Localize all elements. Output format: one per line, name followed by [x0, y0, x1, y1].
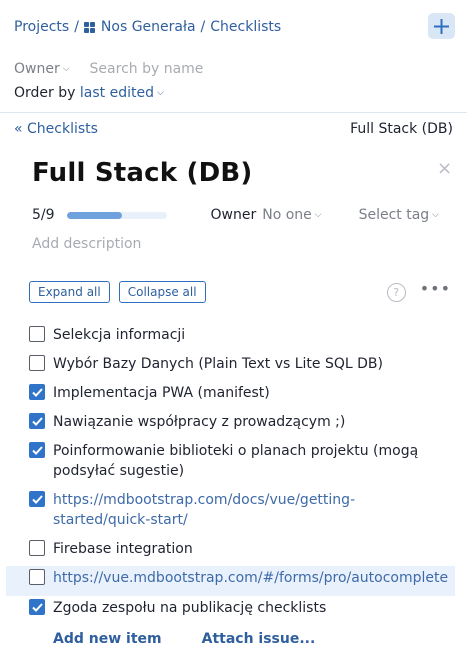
- tag-dropdown[interactable]: Select tag ⌵: [359, 207, 439, 223]
- checklist-item[interactable]: Wybór Bazy Danych (Plain Text vs Lite SQ…: [0, 352, 467, 381]
- owner-filter-label: Owner: [14, 61, 60, 77]
- checklist-meta: 5/9 Owner No one ⌵ Select tag ⌵: [32, 206, 439, 224]
- checklist-item[interactable]: Firebase integration: [0, 537, 467, 566]
- chevron-down-icon: ⌵: [432, 210, 439, 220]
- checkbox-checked[interactable]: [29, 384, 45, 400]
- checklist-item-text: Selekcja informacji: [53, 327, 186, 343]
- checkbox-unchecked[interactable]: [29, 355, 45, 371]
- checkbox-checked[interactable]: [29, 442, 45, 458]
- checklist-item-text: Poinformowanie biblioteki o planach proj…: [53, 443, 419, 479]
- owner-filter-dropdown[interactable]: Owner ⌵: [14, 61, 70, 77]
- back-link-label: Checklists: [27, 121, 98, 137]
- checklist-item-link[interactable]: https://mdbootstrap.com/docs/vue/getting…: [53, 490, 443, 530]
- search-input[interactable]: [89, 61, 290, 77]
- checklist-item-text: Nawiązanie współpracy z prowadzącym ;): [53, 414, 346, 430]
- progress-count: 5/9: [32, 207, 55, 223]
- checklist-actions: Expand all Collapse all ? •••: [29, 281, 451, 303]
- checkmark-icon: [31, 445, 43, 455]
- breadcrumb-project[interactable]: Nos Generała: [101, 19, 196, 35]
- progress-bar: [66, 211, 167, 219]
- plus-icon: [434, 18, 449, 34]
- checkmark-icon: [31, 416, 43, 426]
- checkmark-icon: [31, 602, 43, 612]
- owner-dropdown[interactable]: No one ⌵: [262, 207, 321, 223]
- checklist-item[interactable]: Poinformowanie biblioteki o planach proj…: [0, 439, 467, 488]
- filter-bar: Owner ⌵: [14, 59, 290, 79]
- checklist-item[interactable]: https://mdbootstrap.com/docs/vue/getting…: [0, 488, 467, 537]
- breadcrumb-separator: /: [200, 19, 206, 35]
- breadcrumb: Projects / Nos Generała / Checklists: [14, 13, 455, 39]
- checklist-item[interactable]: Nawiązanie współpracy z prowadzącym ;): [0, 410, 467, 439]
- breadcrumb-projects[interactable]: Projects: [14, 19, 69, 35]
- chevron-down-icon: ⌵: [314, 210, 322, 220]
- checkmark-icon: [31, 494, 43, 504]
- chevron-down-icon: ⌵: [62, 64, 70, 74]
- checklist-item[interactable]: Implementacja PWA (manifest): [0, 381, 467, 410]
- back-to-checklists-link[interactable]: « Checklists: [14, 121, 98, 137]
- order-by-value: last edited: [79, 85, 154, 101]
- attach-issue-button[interactable]: Attach issue...: [202, 631, 316, 647]
- checkbox-unchecked[interactable]: [29, 569, 45, 585]
- close-icon[interactable]: ×: [437, 158, 452, 179]
- checklist-item[interactable]: Zgoda zespołu na publikację checklists: [0, 596, 467, 625]
- more-options-icon[interactable]: •••: [420, 281, 451, 300]
- collapse-all-button[interactable]: Collapse all: [118, 281, 206, 303]
- expand-all-button[interactable]: Expand all: [29, 281, 110, 303]
- checkmark-icon: [31, 387, 43, 397]
- checkbox-checked[interactable]: [29, 599, 45, 615]
- subnav: « Checklists Full Stack (DB): [14, 120, 453, 138]
- progress-fill: [66, 211, 123, 219]
- breadcrumb-checklists[interactable]: Checklists: [210, 19, 281, 35]
- checklist-item-text: Wybór Bazy Danych (Plain Text vs Lite SQ…: [53, 356, 383, 372]
- checklist-title[interactable]: Full Stack (DB): [32, 158, 252, 188]
- chevron-down-icon: ⌵: [156, 88, 164, 98]
- checkbox-unchecked[interactable]: [29, 326, 45, 342]
- checklist-item[interactable]: Selekcja informacji: [0, 323, 467, 352]
- add-new-item-button[interactable]: Add new item: [53, 631, 162, 647]
- checklist-item-text: Implementacja PWA (manifest): [53, 385, 270, 401]
- checkbox-checked[interactable]: [29, 491, 45, 507]
- current-checklist-name: Full Stack (DB): [350, 121, 453, 137]
- checkbox-checked[interactable]: [29, 413, 45, 429]
- divider: [0, 112, 467, 113]
- owner-value: No one: [262, 207, 312, 223]
- checklist-item-link[interactable]: https://vue.mdbootstrap.com/#/forms/pro/…: [53, 568, 448, 588]
- order-by-label: Order by: [14, 85, 76, 101]
- owner-label: Owner: [210, 207, 257, 223]
- tag-placeholder: Select tag: [358, 207, 430, 223]
- order-by-dropdown[interactable]: last edited ⌵: [80, 85, 164, 101]
- checklist-item-text: Firebase integration: [53, 541, 193, 557]
- project-grid-icon: [83, 21, 95, 33]
- breadcrumb-separator: /: [74, 19, 79, 35]
- description-field[interactable]: Add description: [32, 236, 141, 252]
- checklist-items: Selekcja informacji Wybór Bazy Danych (Pl…: [0, 323, 467, 625]
- checklist-item[interactable]: https://vue.mdbootstrap.com/#/forms/pro/…: [6, 566, 455, 596]
- checklist-item-text: Zgoda zespołu na publikację checklists: [53, 600, 327, 616]
- double-chevron-left-icon: «: [14, 121, 23, 137]
- order-by: Order by last edited ⌵: [14, 85, 164, 101]
- checkbox-unchecked[interactable]: [29, 540, 45, 556]
- checklist-footer: Add new item Attach issue...: [53, 631, 315, 647]
- help-icon[interactable]: ?: [386, 282, 406, 302]
- add-checklist-button[interactable]: [428, 13, 455, 39]
